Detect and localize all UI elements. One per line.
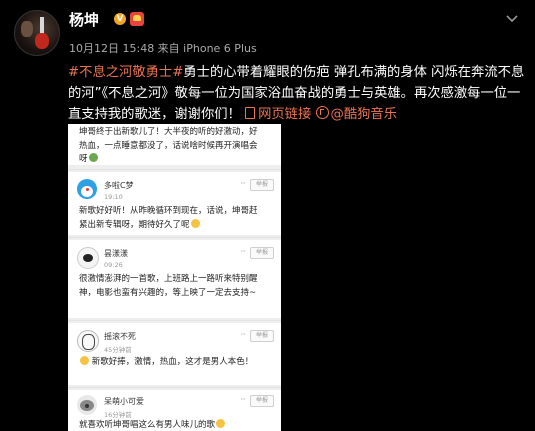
verified-badge-icon: V: [114, 13, 126, 25]
comment-author: 多啦C梦: [104, 181, 134, 190]
attached-image[interactable]: 坤哥终于出新歌儿了！大半夜的听的好激动，好热血，一点睡意都没了，话说啥时候再开演…: [68, 124, 281, 431]
music-note-icon: [315, 106, 329, 119]
comment-text: 新歌好捧，激情，热血，这才是男人本色！: [79, 356, 259, 370]
web-link[interactable]: 网页链接: [245, 107, 311, 122]
comment-time: 45分钟前: [104, 346, 132, 354]
comment-more-icon: ···: [240, 330, 246, 339]
comment-time: 16分钟前: [104, 411, 132, 419]
emoji-icon: [216, 419, 226, 428]
hashtag-link[interactable]: #不息之河敬勇士#: [68, 65, 183, 80]
comment-text: 新歌好好听！从昨晚循环到现在，话说，坤哥赶紧出新专辑呀，期待好久了呢: [79, 206, 258, 230]
comment-author: 昙漾漾: [104, 249, 128, 258]
thumbs-up-emoji-icon: [80, 356, 89, 365]
post-body: #不息之河敬勇士#勇士的心带着耀眼的伤疤 弹孔布满的身体 闪烁在奔流不息的河”《…: [68, 62, 526, 125]
comment-more-icon: ···: [240, 179, 246, 188]
comment-item: 呆萌小可爱 16分钟前 ··· 举报 就喜欢听坤哥唱这么有男人味儿的歌: [68, 390, 281, 431]
avatar-face: [21, 21, 33, 37]
comment-time: 19:10: [104, 193, 123, 201]
comment-item: 多啦C梦 19:10 ··· 举报 新歌好好听！从昨晚循环到现在，话说，坤哥赶紧…: [68, 172, 281, 235]
comment-more-icon: ···: [240, 395, 246, 404]
doraemon-avatar: [77, 179, 97, 199]
emoji-icon: [88, 153, 98, 162]
divider: [68, 169, 281, 170]
koala-avatar: [77, 395, 97, 415]
music-mention-link[interactable]: @酷狗音乐: [315, 106, 397, 122]
link-icon: [245, 107, 256, 119]
comment-time: 09:26: [104, 261, 123, 269]
more-options-chevron-icon[interactable]: [501, 8, 523, 30]
divider: [68, 237, 281, 238]
comment-author: 摇滚不死: [104, 332, 136, 341]
guitar-icon: [35, 33, 49, 49]
author-name[interactable]: 杨坤: [69, 9, 99, 30]
music-mention-label: @酷狗音乐: [330, 107, 397, 122]
report-button: 举报: [250, 179, 274, 191]
comment-text: 坤哥终于出新歌儿了！大半夜的听的好激动，好热血，一点睡意都没了，话说啥时候再开演…: [79, 127, 258, 164]
member-crown-icon: [130, 12, 144, 26]
author-avatar[interactable]: [14, 10, 60, 56]
divider: [68, 387, 281, 388]
post-meta: 10月12日 15:48 来自 iPhone 6 Plus: [69, 42, 257, 55]
sketch-avatar: [77, 330, 99, 352]
report-button: 举报: [250, 395, 274, 407]
emoji-icon: [190, 218, 200, 228]
web-link-label: 网页链接: [258, 107, 312, 122]
comment-item: 坤哥终于出新歌儿了！大半夜的听的好激动，好热血，一点睡意都没了，话说啥时候再开演…: [68, 124, 281, 165]
post-header: 杨坤 V 10月12日 15:48 来自 iPhone 6 Plus: [0, 0, 535, 62]
comment-text: 就喜欢听坤哥唱这么有男人味儿的歌: [79, 419, 259, 431]
comment-item: 摇滚不死 45分钟前 ··· 举报 新歌好捧，激情，热血，这才是男人本色！: [68, 323, 281, 385]
comment-item: 昙漾漾 09:26 ··· 举报 很激情澎湃的一首歌，上班路上一路听来特别醒神，…: [68, 240, 281, 318]
comment-more-icon: ···: [240, 247, 246, 256]
comment-text: 很激情澎湃的一首歌，上班路上一路听来特别醒神，电影也蛮有兴趣的，等上映了一定去支…: [79, 274, 258, 298]
report-button: 举报: [250, 330, 274, 342]
divider: [68, 320, 281, 321]
sheep-avatar: [77, 247, 99, 269]
comment-author: 呆萌小可爱: [104, 397, 144, 406]
report-button: 举报: [250, 247, 274, 259]
